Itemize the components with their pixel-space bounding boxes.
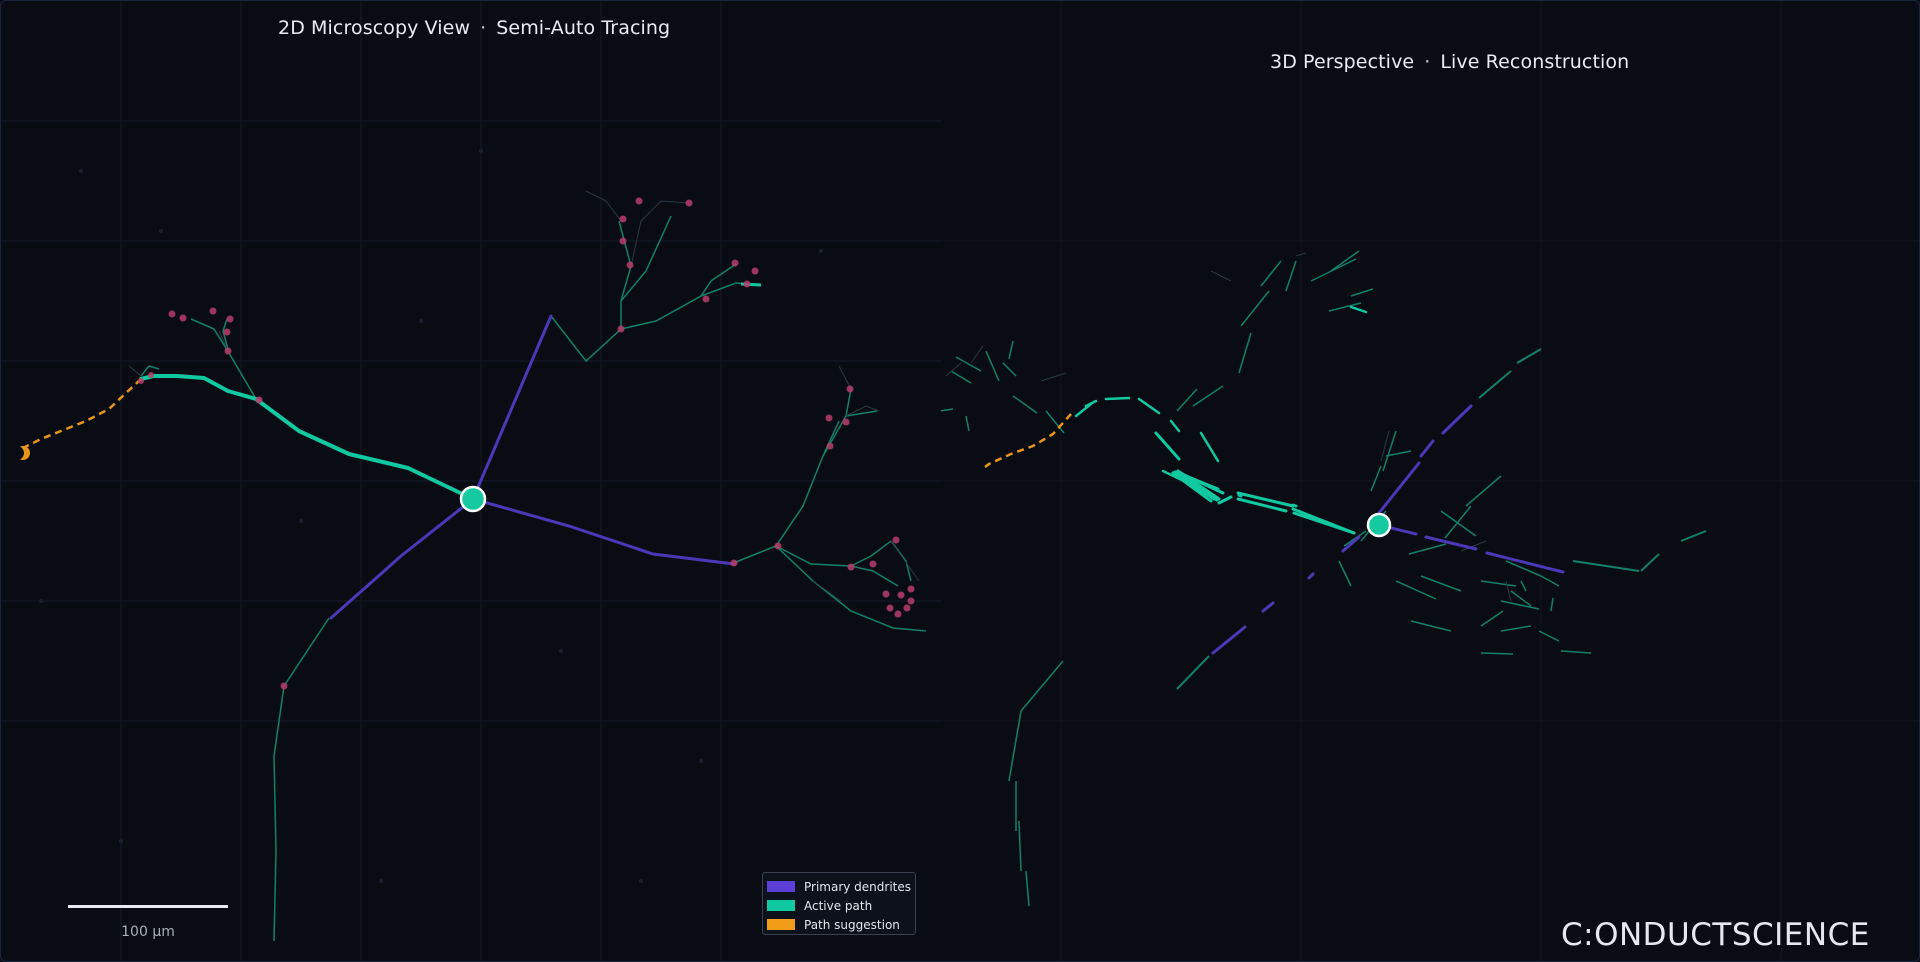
branch-upper-a: [550, 220, 632, 363]
secondary-fragments-3d: [941, 250, 1592, 907]
conductscience-logo: C:ONDUCTSCIENCE: [1561, 917, 1870, 953]
background-speckle: [39, 149, 823, 883]
scale-bar: [68, 905, 228, 908]
panel-title-2d: 2D Microscopy View · Semi-Auto Tracing: [278, 17, 670, 39]
legend-swatch-active: [767, 900, 795, 911]
legend-label-suggestion: Path suggestion: [804, 917, 900, 932]
legend: Primary dendrites Active path Path sugge…: [762, 872, 916, 935]
background-grid: [1, 1, 941, 961]
microscopy-2d-panel[interactable]: 2D Microscopy View · Semi-Auto Tracing 100…: [1, 1, 941, 962]
primary-continuations-3d: [1176, 348, 1707, 690]
suggestion-endpoint-icon[interactable]: [10, 446, 30, 460]
legend-item-active: Active path: [767, 896, 915, 915]
path-suggestion-3d[interactable]: [984, 413, 1072, 468]
legend-item-primary: Primary dendrites: [767, 877, 915, 896]
title-3d-separator: ·: [1424, 51, 1431, 73]
app-frame: 2D Microscopy View · Semi-Auto Tracing 100…: [0, 0, 1920, 962]
soma-node-3d-icon[interactable]: [1366, 512, 1392, 538]
microscopy-2d-canvas[interactable]: [1, 1, 941, 962]
perspective-3d-canvas[interactable]: [941, 1, 1919, 962]
legend-label-active: Active path: [804, 898, 873, 913]
active-path-3d-upper: [1074, 305, 1368, 495]
title-2d-main: 2D Microscopy View: [278, 17, 471, 39]
secondary-branches: [140, 215, 927, 942]
legend-item-suggestion: Path suggestion: [767, 915, 915, 934]
primary-dendrite-right: [471, 497, 736, 566]
title-3d-main: 3D Perspective: [1270, 51, 1415, 73]
perspective-3d-panel[interactable]: 3D Perspective · Live Reconstruction: [941, 1, 1919, 962]
background-grid-3d: [941, 1, 1919, 961]
title-2d-mode: Semi-Auto Tracing: [496, 17, 671, 39]
primary-dendrite-upper: [471, 314, 553, 501]
primary-dendrite-lower: [329, 497, 475, 620]
legend-label-primary: Primary dendrites: [804, 879, 912, 894]
title-3d-mode: Live Reconstruction: [1440, 51, 1630, 73]
panel-title-3d: 3D Perspective · Live Reconstruction: [1270, 51, 1629, 73]
scale-bar-label: 100 μm: [121, 924, 175, 940]
legend-swatch-suggestion: [767, 919, 795, 930]
soma-node-icon[interactable]: [459, 485, 487, 513]
title-2d-separator: ·: [480, 17, 487, 39]
terminal-markers[interactable]: [138, 197, 915, 690]
path-suggestion[interactable]: [22, 378, 142, 450]
legend-swatch-primary: [767, 881, 795, 892]
